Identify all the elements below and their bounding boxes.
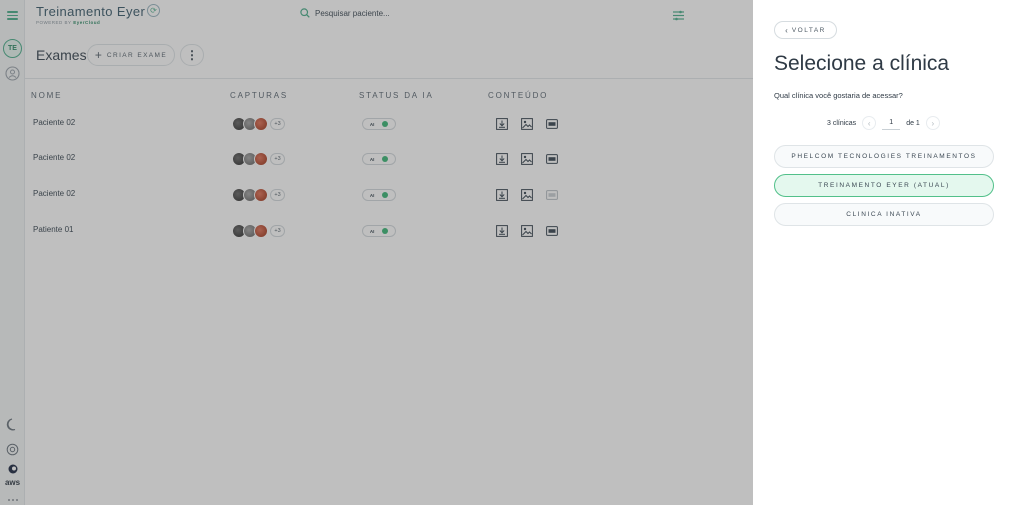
clinic-option-phelcom[interactable]: PHELCOM TECNOLOGIES TREINAMENTOS — [774, 145, 994, 168]
chevron-left-icon: ‹ — [785, 25, 788, 35]
modal-backdrop[interactable] — [0, 0, 753, 505]
clinic-count: 3 clínicas — [827, 119, 857, 127]
page-number-input[interactable] — [882, 116, 901, 130]
page-total: de 1 — [906, 119, 920, 127]
panel-title: Selecione a clínica — [774, 52, 950, 75]
panel-subtitle: Qual clínica você gostaria de acessar? — [774, 91, 903, 100]
next-page-button[interactable]: › — [925, 116, 940, 130]
clinic-option-inativa[interactable]: CLINICA INATIVA — [774, 203, 994, 226]
pagination: 3 clínicas ‹ de 1 › — [827, 116, 940, 130]
select-clinic-panel: ‹ VOLTAR Selecione a clínica Qual clínica… — [753, 0, 1024, 505]
prev-page-button[interactable]: ‹ — [862, 116, 877, 130]
back-button[interactable]: ‹ VOLTAR — [774, 21, 837, 39]
clinic-option-treinamento-eyer[interactable]: TREINAMENTO EYER (ATUAL) — [774, 174, 994, 197]
